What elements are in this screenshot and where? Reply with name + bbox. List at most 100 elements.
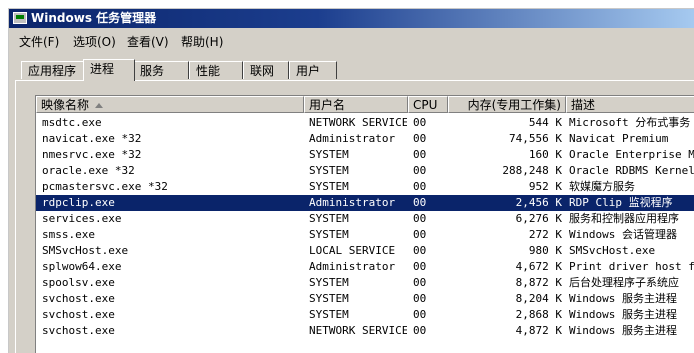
column-description[interactable]: 描述 [566,96,694,113]
task-manager-icon [13,12,27,24]
title-bar[interactable]: Windows 任务管理器 [9,9,694,28]
process-image-name: spoolsv.exe [42,276,115,289]
process-cpu: 00 [413,324,427,337]
process-user-name: SYSTEM [309,228,349,241]
process-user-name: NETWORK SERVICE [309,116,407,129]
menu-options[interactable]: 选项(O) [73,33,116,50]
process-image-name: oracle.exe *32 [42,164,135,177]
table-row[interactable]: svchost.exe SYSTEM 00 2,868 K Windows 服务主进程 [36,307,694,323]
process-user-name: NETWORK SERVICE [309,324,407,337]
process-cpu: 00 [413,212,427,225]
process-memory: 288,248 K [502,164,562,177]
column-memory[interactable]: 内存(专用工作集) [448,96,566,113]
process-image-name: navicat.exe *32 [42,132,142,145]
tab-services[interactable]: 服务 [133,61,189,79]
table-row[interactable]: rdpclip.exe Administrator 00 2,456 K RDP Cli… [36,195,694,211]
task-manager-window: Windows 任务管理器 文件(F) 选项(O) 查看(V) 帮助(H) 应用… [8,8,694,353]
window-title: Windows 任务管理器 [31,11,157,25]
table-row[interactable]: nmesrvc.exe *32 SYSTEM 00 160 K Oracle Enter… [36,147,694,163]
table-row[interactable]: services.exe SYSTEM 00 6,276 K 服务和控制器应用程序 [36,211,694,227]
process-memory: 952 K [528,180,562,193]
menu-bar: 文件(F) 选项(O) 查看(V) 帮助(H) [9,31,694,51]
process-image-name: nmesrvc.exe *32 [42,148,142,161]
process-image-name: svchost.exe [42,292,115,305]
process-cpu: 00 [413,196,427,209]
process-description: 服务和控制器应用程序 [569,212,679,225]
process-user-name: SYSTEM [309,308,349,321]
process-image-name: svchost.exe [42,324,115,337]
process-image-name: msdtc.exe [42,116,102,129]
process-description: 后台处理程序子系统应 [569,276,679,289]
tab-processes[interactable]: 进程 [83,59,135,81]
table-row[interactable]: spoolsv.exe SYSTEM 00 8,872 K 后台处理程序子系统应 [36,275,694,291]
process-description: RDP Clip 监视程序 [569,196,673,209]
process-image-name: svchost.exe [42,308,115,321]
column-cpu[interactable]: CPU [408,96,448,113]
process-image-name: smss.exe [42,228,95,241]
process-user-name: SYSTEM [309,212,349,225]
process-image-name: pcmastersvc.exe *32 [42,180,168,193]
table-row[interactable]: splwow64.exe Administrator 00 4,672 K Print … [36,259,694,275]
table-row[interactable]: svchost.exe SYSTEM 00 8,204 K Windows 服务主进程 [36,291,694,307]
process-memory: 4,872 K [515,324,562,337]
process-description: Windows 服务主进程 [569,308,677,321]
process-cpu: 00 [413,292,427,305]
process-description: SMSvcHost.exe [569,244,656,257]
table-row[interactable]: svchost.exe NETWORK SERVICE 00 4,872 K Windo… [36,323,694,339]
process-description: Windows 服务主进程 [569,324,677,337]
table-row[interactable]: oracle.exe *32 SYSTEM 00 288,248 K Oracle RD… [36,163,694,179]
process-cpu: 00 [413,228,427,241]
process-description: Print driver host f [569,260,694,273]
tab-applications[interactable]: 应用程序 [21,61,85,79]
menu-file[interactable]: 文件(F) [19,33,59,50]
table-row[interactable]: navicat.exe *32 Administrator 00 74,556 K Na… [36,131,694,147]
table-row[interactable]: msdtc.exe NETWORK SERVICE 00 544 K Microsoft… [36,115,694,131]
process-list[interactable]: 映像名称 用户名 CPU 内存(专用工作集) 描述 msdtc.exe NETWO… [35,95,694,353]
process-user-name: SYSTEM [309,292,349,305]
process-user-name: Administrator [309,196,396,209]
process-cpu: 00 [413,276,427,289]
process-description: Oracle Enterprise M [569,148,694,161]
process-cpu: 00 [413,132,427,145]
process-memory: 2,456 K [515,196,562,209]
column-header: 映像名称 用户名 CPU 内存(专用工作集) 描述 [36,96,694,113]
column-image-name-label: 映像名称 [41,98,90,112]
menu-help[interactable]: 帮助(H) [181,33,223,50]
process-image-name: splwow64.exe [42,260,122,273]
tab-users[interactable]: 用户 [289,61,337,79]
process-memory: 544 K [528,116,562,129]
process-memory: 2,868 K [515,308,562,321]
process-image-name: services.exe [42,212,122,225]
process-memory: 6,276 K [515,212,562,225]
process-image-name: SMSvcHost.exe [42,244,129,257]
table-row[interactable]: smss.exe SYSTEM 00 272 K Windows 会话管理器 [36,227,694,243]
process-cpu: 00 [413,244,427,257]
column-user-name[interactable]: 用户名 [304,96,408,113]
process-memory: 8,204 K [515,292,562,305]
process-cpu: 00 [413,308,427,321]
process-rows: msdtc.exe NETWORK SERVICE 00 544 K Microsoft… [36,115,694,339]
process-user-name: Administrator [309,260,396,273]
table-row[interactable]: SMSvcHost.exe LOCAL SERVICE 00 980 K SMSvcHo… [36,243,694,259]
process-memory: 4,672 K [515,260,562,273]
menu-view[interactable]: 查看(V) [127,33,169,50]
table-row[interactable]: pcmastersvc.exe *32 SYSTEM 00 952 K 软媒魔方服务 [36,179,694,195]
tab-networking[interactable]: 联网 [243,61,289,79]
process-user-name: LOCAL SERVICE [309,244,396,257]
column-image-name[interactable]: 映像名称 [36,96,304,113]
process-description: Windows 服务主进程 [569,292,677,305]
tab-performance[interactable]: 性能 [189,61,243,79]
process-memory: 980 K [528,244,562,257]
process-user-name: SYSTEM [309,180,349,193]
process-description: 软媒魔方服务 [569,180,635,193]
sort-ascending-icon [95,103,104,108]
tab-strip: 应用程序 进程 服务 性能 联网 用户 [15,59,694,81]
process-cpu: 00 [413,180,427,193]
process-cpu: 00 [413,260,427,273]
process-cpu: 00 [413,148,427,161]
process-memory: 160 K [528,148,562,161]
process-description: Microsoft 分布式事务 [569,116,691,129]
process-memory: 8,872 K [515,276,562,289]
process-description: Oracle RDBMS Kernel [569,164,694,177]
process-cpu: 00 [413,116,427,129]
